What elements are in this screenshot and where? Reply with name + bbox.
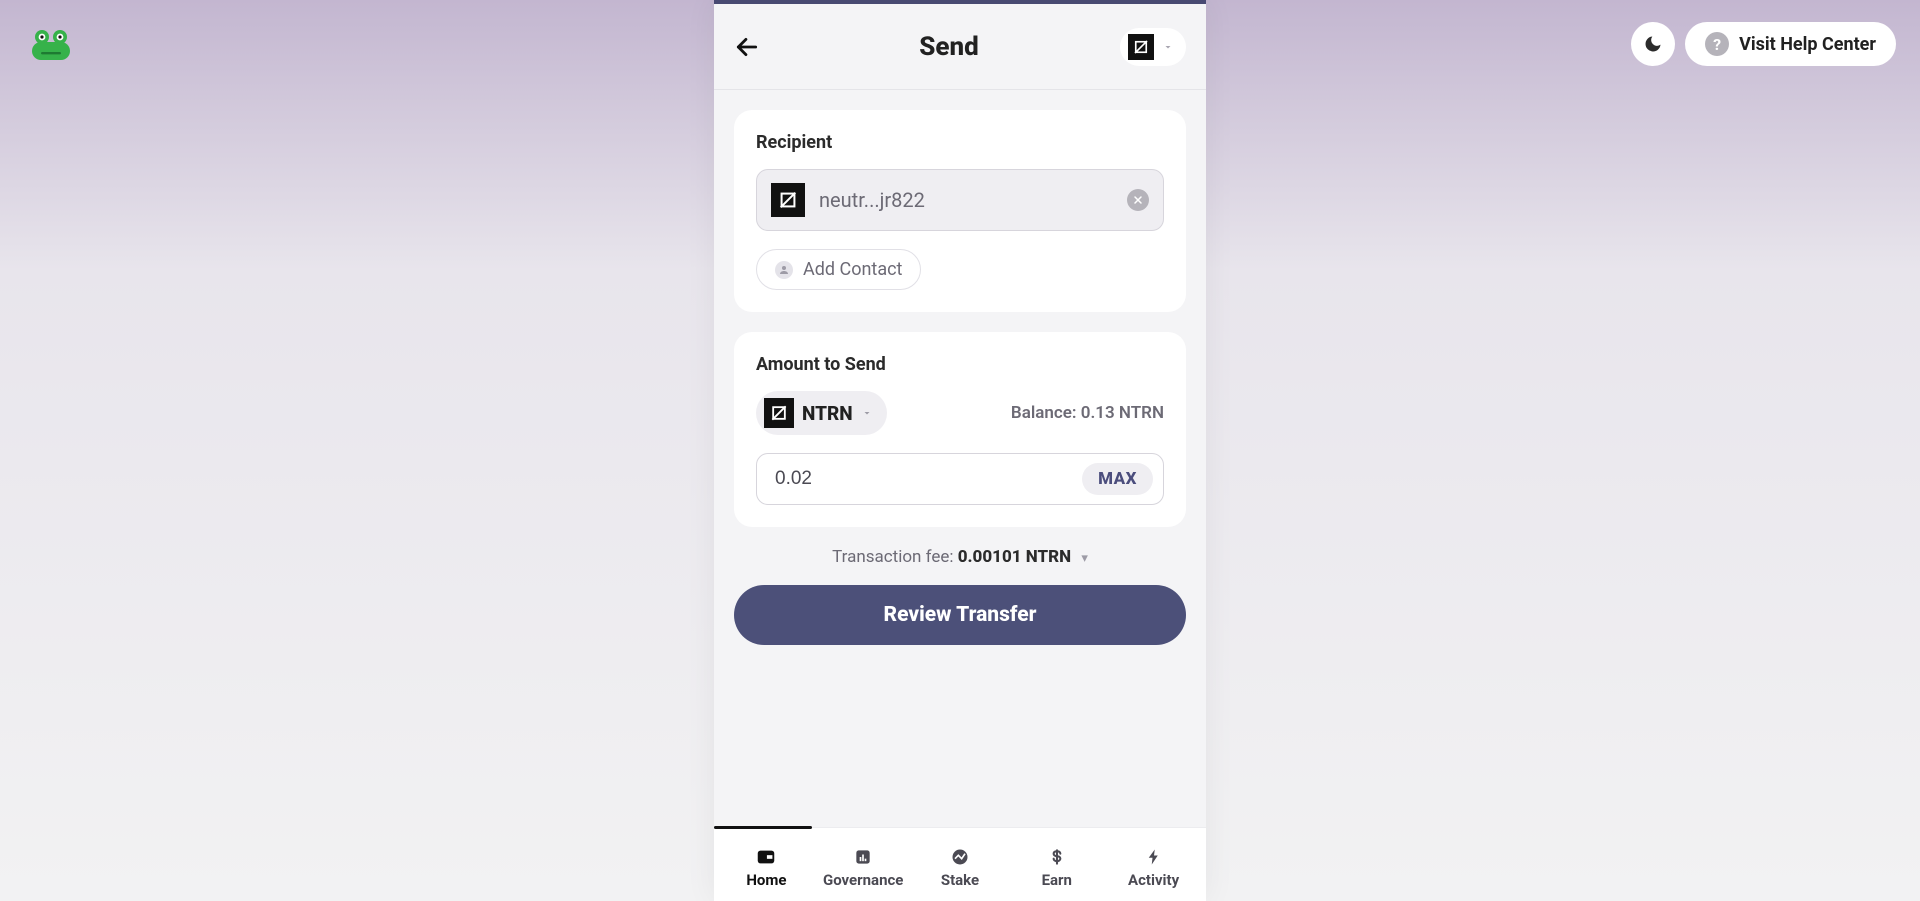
ntrn-chain-icon — [1128, 34, 1154, 60]
amount-input-box: MAX — [756, 453, 1164, 505]
nav-activity[interactable]: Activity — [1105, 846, 1202, 889]
add-contact-icon — [775, 261, 793, 279]
wallet-panel: Send Recipient — [714, 0, 1206, 901]
token-selector[interactable]: NTRN — [756, 391, 887, 435]
review-transfer-label: Review Transfer — [884, 603, 1037, 627]
chevron-down-icon: ▾ — [1081, 551, 1088, 566]
fee-label: Transaction fee: — [832, 547, 958, 567]
frog-logo — [30, 30, 72, 60]
nav-governance[interactable]: Governance — [815, 846, 912, 889]
max-button[interactable]: MAX — [1082, 463, 1153, 495]
help-icon: ? — [1705, 32, 1729, 56]
home-icon — [755, 846, 777, 868]
amount-label: Amount to Send — [756, 354, 1164, 375]
bottom-nav: Home Governance Stake — [714, 827, 1206, 901]
transaction-fee-row[interactable]: Transaction fee: 0.00101 NTRN ▾ — [734, 547, 1186, 567]
chevron-down-icon — [861, 407, 873, 419]
page-title: Send — [919, 32, 979, 62]
review-transfer-button[interactable]: Review Transfer — [734, 585, 1186, 645]
fee-value: 0.00101 NTRN — [958, 547, 1071, 567]
arrow-left-icon — [734, 34, 760, 60]
stake-icon — [949, 846, 971, 868]
help-center-label: Visit Help Center — [1739, 34, 1876, 55]
recipient-chain-icon — [771, 183, 805, 217]
help-center-button[interactable]: ? Visit Help Center — [1685, 22, 1896, 66]
recipient-card: Recipient neutr...jr822 — [734, 110, 1186, 312]
nav-stake[interactable]: Stake — [912, 846, 1009, 889]
recipient-input[interactable]: neutr...jr822 — [756, 169, 1164, 231]
amount-input[interactable] — [775, 468, 1068, 490]
amount-card: Amount to Send NTRN Balance: — [734, 332, 1186, 527]
token-icon — [764, 398, 794, 428]
theme-toggle-button[interactable] — [1631, 22, 1675, 66]
add-contact-button[interactable]: Add Contact — [756, 249, 921, 290]
panel-header: Send — [714, 4, 1206, 90]
chevron-down-icon — [1162, 41, 1174, 53]
nav-label: Home — [746, 871, 786, 889]
recipient-label: Recipient — [756, 132, 1164, 153]
activity-icon — [1143, 846, 1165, 868]
earn-icon — [1046, 846, 1068, 868]
recipient-address: neutr...jr822 — [819, 188, 1113, 212]
nav-earn[interactable]: Earn — [1008, 846, 1105, 889]
nav-label: Governance — [823, 871, 903, 889]
back-button[interactable] — [734, 25, 778, 69]
add-contact-label: Add Contact — [803, 259, 902, 280]
clear-recipient-button[interactable] — [1127, 189, 1149, 211]
nav-label: Stake — [941, 871, 979, 889]
nav-label: Activity — [1128, 871, 1179, 889]
token-symbol: NTRN — [802, 402, 853, 425]
chain-selector[interactable] — [1120, 28, 1186, 66]
nav-home[interactable]: Home — [718, 846, 815, 889]
balance-label: Balance: 0.13 NTRN — [1011, 403, 1164, 423]
governance-icon — [852, 846, 874, 868]
close-icon — [1132, 194, 1144, 206]
nav-label: Earn — [1042, 871, 1072, 889]
moon-icon — [1643, 34, 1663, 54]
